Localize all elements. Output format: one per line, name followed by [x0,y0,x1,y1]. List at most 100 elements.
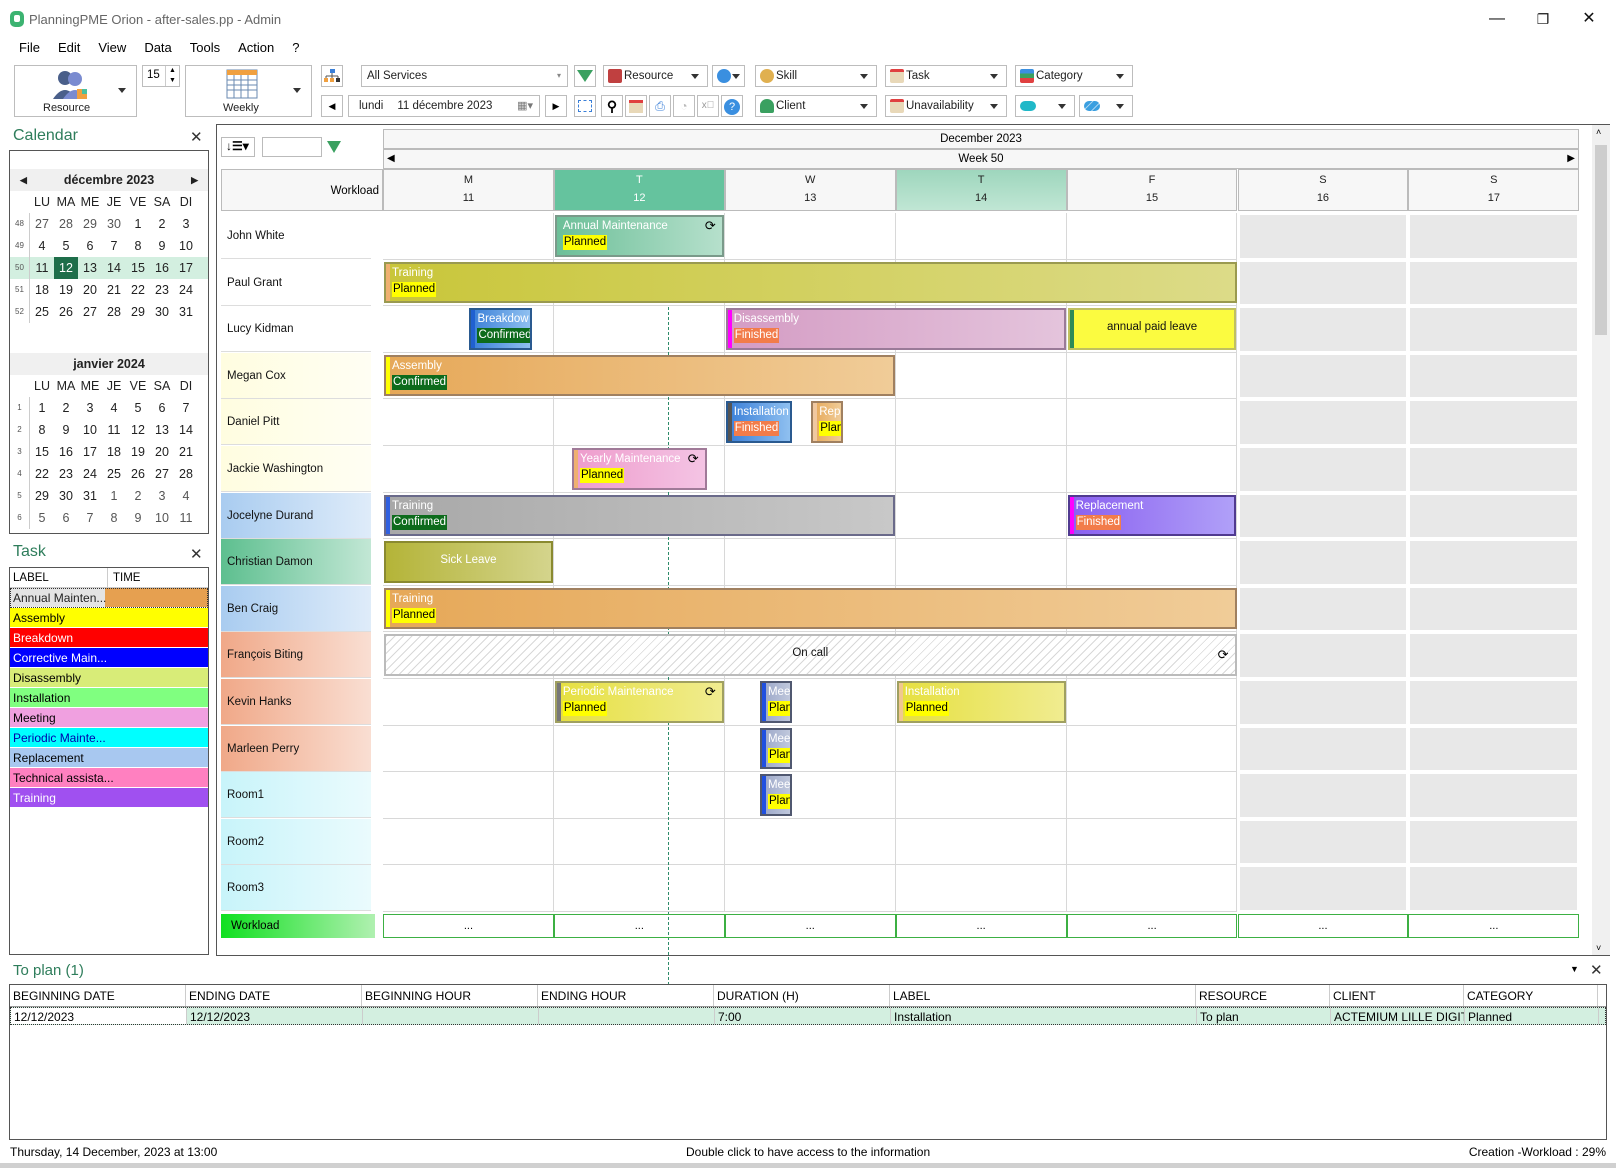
planner-cell[interactable] [1237,213,1409,260]
planner-cell[interactable] [1237,539,1409,586]
planner-cell[interactable] [895,539,1067,586]
next-date-button[interactable]: ▶ [545,95,567,117]
resource-view-button[interactable]: Resource [14,65,137,117]
calendar-day[interactable]: 3 [78,397,102,419]
planner-cell[interactable] [383,679,554,726]
planner-cell[interactable] [1066,352,1238,400]
menu-edit[interactable]: Edit [49,38,89,58]
calendar-day[interactable]: 8 [126,235,150,257]
planner-event[interactable]: Sick Leave [384,541,553,583]
previous-week-arrow-icon[interactable]: ◀ [387,150,395,168]
calendar-day[interactable]: 5 [30,507,54,529]
resource-row-label[interactable]: John White [221,213,371,259]
planner-cell[interactable] [1408,725,1580,773]
planner-cell[interactable] [1408,632,1580,679]
calendar-day[interactable]: 1 [126,213,150,235]
hatch-toggle-dropdown[interactable] [1079,95,1133,117]
toplan-column-header[interactable]: CLIENT [1330,985,1464,1006]
hierarchy-filter-button[interactable] [321,65,343,87]
calendar-day[interactable]: 6 [150,397,174,419]
planner-cell[interactable] [1408,399,1580,446]
day-header[interactable]: S 16 [1237,169,1409,211]
stepper-down-icon[interactable]: ▼ [165,76,179,86]
calendar-day[interactable]: 27 [78,301,102,323]
search-button[interactable]: ⚲ [601,95,623,117]
calendar-day[interactable]: 2 [126,485,150,507]
planner-cell[interactable] [1408,865,1580,912]
calendar-day[interactable]: 7 [102,235,126,257]
task-list-item[interactable]: Corrective Main... [10,648,208,668]
task-list-item[interactable]: Annual Mainten... [10,588,208,608]
scrollbar-thumb[interactable] [1595,145,1607,335]
recurrence-sync-icon[interactable]: ⟳ [705,218,716,234]
resource-filter-dropdown[interactable]: Resource [603,65,708,87]
chevron-down-icon[interactable] [293,88,301,93]
planner-event[interactable]: Breakdow Confirmed [469,308,533,350]
display-toggle-dropdown[interactable] [1015,95,1075,117]
calendar-day[interactable]: 22 [126,279,150,301]
calendar-day[interactable]: 30 [102,213,126,235]
workload-cell[interactable]: ... [553,914,725,938]
calendar-day[interactable]: 26 [126,463,150,485]
client-filter-dropdown[interactable]: Client [755,95,877,117]
task-list-item[interactable]: Technical assista... [10,768,208,788]
chart-button[interactable]: ◔ [673,95,695,117]
toplan-column-header[interactable]: BEGINNING DATE [10,985,186,1006]
resource-row-label[interactable]: Ben Craig [221,585,371,632]
calendar-day[interactable]: 17 [174,257,198,279]
workload-cell[interactable]: ... [383,914,554,938]
planner-cell[interactable] [895,725,1067,773]
planner-event[interactable]: Mee Plan [759,727,793,770]
resource-row-label[interactable]: Room1 [221,772,371,819]
resource-row-label[interactable]: Daniel Pitt [221,399,371,446]
calendar-day[interactable]: 15 [30,441,54,463]
planner-cell[interactable] [1237,772,1409,819]
toplan-column-header[interactable]: ENDING DATE [186,985,362,1006]
task-list-item[interactable]: Installation [10,688,208,708]
planner-event[interactable]: Yearly Maintenance Planned ⟳ [571,448,707,490]
restore-button[interactable]: ❐ [1528,8,1558,30]
calendar-check-button[interactable] [625,95,647,117]
skill-filter-dropdown[interactable]: Skill [755,65,877,87]
task-list-item[interactable]: Replacement [10,748,208,768]
calendar-day[interactable]: 28 [174,463,198,485]
task-list-item[interactable]: Assembly [10,608,208,628]
calendar-day[interactable]: 22 [30,463,54,485]
calendar-day[interactable]: 29 [126,301,150,323]
menu-file[interactable]: File [10,38,49,58]
toplan-column-header[interactable]: DURATION (H) [714,985,890,1006]
planner-event[interactable]: Training Planned [384,261,1237,304]
sort-button[interactable]: ↓☰▾ [221,137,255,157]
planner-cell[interactable] [553,399,725,446]
calendar-day[interactable]: 16 [54,441,78,463]
previous-month-button[interactable]: ◀ [20,169,27,191]
calendar-day[interactable]: 13 [78,257,102,279]
planner-cell[interactable] [1408,585,1580,633]
toplan-menu-chevron-icon[interactable]: ▼ [1570,964,1579,974]
calendar-day[interactable]: 9 [54,419,78,441]
planner-cell[interactable] [1408,818,1580,866]
planner-cell[interactable] [1237,632,1409,679]
planner-cell[interactable] [1408,352,1580,400]
scroll-up-icon[interactable]: ˄ [1596,127,1601,137]
category-filter-dropdown[interactable]: Category [1015,65,1133,87]
planner-event[interactable]: Annual Maintenance Planned ⟳ [554,215,724,257]
menu-help[interactable]: ? [283,38,308,58]
planner-cell[interactable] [1237,865,1409,912]
planner-cell[interactable] [1237,306,1409,353]
calendar-day[interactable]: 11 [102,419,126,441]
resource-search-input[interactable] [262,137,322,157]
recurrence-sync-icon[interactable]: ⟳ [688,451,699,467]
planner-cell[interactable] [553,772,725,819]
calendar-day[interactable]: 29 [78,213,102,235]
menu-action[interactable]: Action [229,38,283,58]
planner-cell[interactable] [1408,446,1580,493]
unavailability-filter-dropdown[interactable]: Unavailability [885,95,1007,117]
calendar-day[interactable]: 20 [78,279,102,301]
calendar-day[interactable]: 4 [174,485,198,507]
calendar-dropdown-icon[interactable]: ▦▾ [517,96,533,116]
resource-row-label[interactable]: Lucy Kidman [221,306,371,353]
planner-cell[interactable] [895,399,1067,446]
export-excel-button[interactable]: x⃞ [697,95,719,117]
planner-cell[interactable] [553,865,725,912]
